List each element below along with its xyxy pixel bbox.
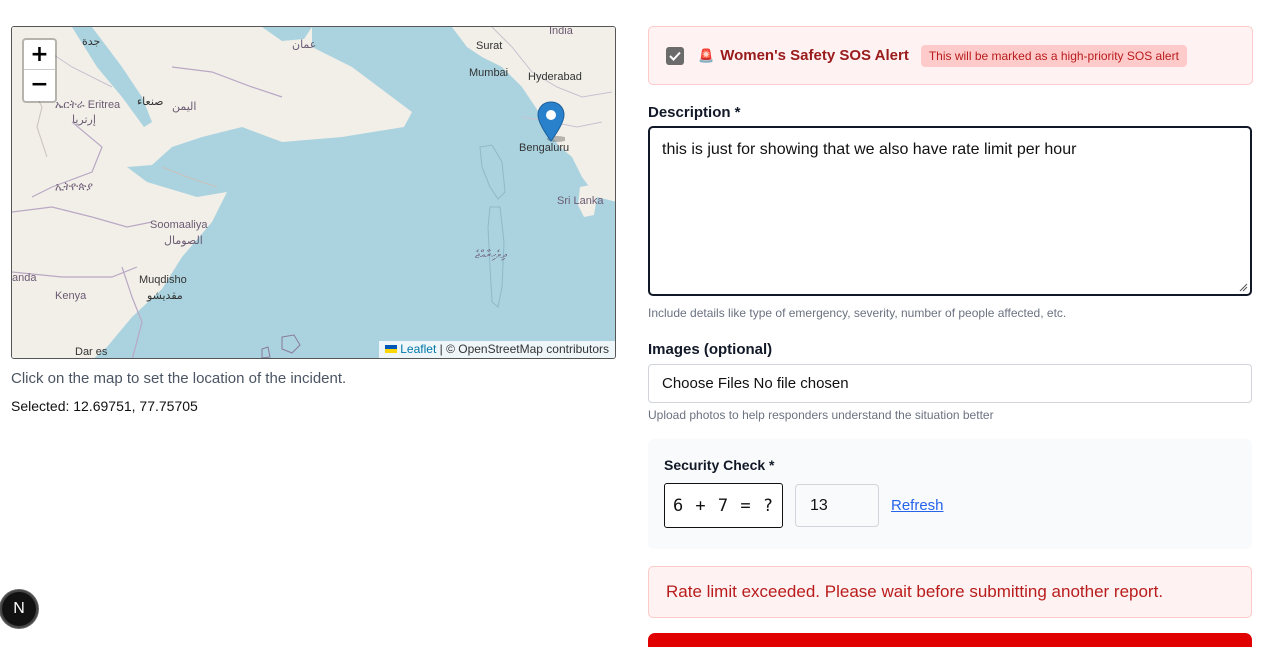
map-label-dar-es-salaam: Dar es: [75, 346, 108, 358]
map-label-sanaa: صنعاء: [137, 96, 164, 108]
attribution-text: | © OpenStreetMap contributors: [436, 342, 609, 356]
rate-limit-error: Rate limit exceeded. Please wait before …: [648, 566, 1252, 618]
map-label-india: India: [549, 26, 573, 37]
map-label-mogadishu-ar: مقديشو: [147, 290, 183, 302]
file-status: No file chosen: [753, 375, 849, 392]
ukraine-flag-icon: [385, 345, 398, 353]
map-label-oman: عمان: [292, 39, 317, 51]
images-label: Images (optional): [648, 341, 773, 358]
map-column: جدة عمان India Surat Mumbai Hyderabad Be…: [11, 26, 616, 414]
zoom-control: + −: [22, 38, 57, 103]
choose-files-button[interactable]: Choose Files: [662, 375, 750, 392]
map-label-maldives: ދިވެހިރާއްޖެ: [475, 249, 507, 261]
map-label-jeddah: جدة: [82, 36, 101, 48]
map-label-sri-lanka: Sri Lanka: [557, 195, 604, 207]
zoom-out-button[interactable]: −: [24, 70, 55, 100]
siren-icon: 🚨: [698, 47, 715, 63]
nextjs-badge[interactable]: N: [0, 590, 38, 628]
captcha-answer-input[interactable]: 13: [795, 484, 879, 527]
submit-button[interactable]: [648, 633, 1252, 647]
leaflet-link[interactable]: Leaflet: [400, 342, 436, 356]
map-label-hyderabad: Hyderabad: [528, 71, 582, 83]
captcha-refresh-link[interactable]: Refresh: [891, 497, 944, 514]
map-label-somalia: Soomaaliya: [150, 219, 208, 231]
map-label-ethiopia: ኢትዮጵያ: [55, 181, 93, 193]
map-label-mogadishu: Muqdisho: [139, 274, 187, 286]
map-attribution: Leaflet | © OpenStreetMap contributors: [379, 341, 615, 358]
map-label-somalia-ar: الصومال: [164, 235, 203, 247]
report-form: 🚨 Women's Safety SOS Alert This will be …: [648, 26, 1253, 647]
incident-map[interactable]: جدة عمان India Surat Mumbai Hyderabad Be…: [11, 26, 616, 359]
description-value: this is just for showing that we also ha…: [662, 141, 1077, 158]
map-label-eritrea: ኤርትራ Eritrea: [55, 99, 121, 111]
checkmark-icon: [669, 51, 681, 61]
sos-checkbox[interactable]: [666, 46, 684, 65]
images-file-input[interactable]: Choose Files No file chosen: [648, 364, 1252, 403]
security-check-label: Security Check *: [664, 457, 775, 473]
zoom-in-button[interactable]: +: [24, 40, 55, 70]
description-hint: Include details like type of emergency, …: [648, 306, 1067, 320]
description-textarea[interactable]: this is just for showing that we also ha…: [648, 126, 1252, 296]
location-pin-icon[interactable]: [537, 101, 567, 148]
map-label-surat: Surat: [476, 40, 503, 52]
map-label-mumbai: Mumbai: [469, 67, 509, 79]
description-label: Description *: [648, 104, 741, 121]
map-help-text: Click on the map to set the location of …: [11, 370, 347, 387]
sos-priority-badge: This will be marked as a high-priority S…: [920, 44, 1187, 67]
sos-title: Women's Safety SOS Alert: [720, 47, 909, 64]
map-label-eritrea-ar: إرتريا: [72, 114, 96, 126]
selected-coordinates: Selected: 12.69751, 77.75705: [11, 398, 198, 414]
map-tiles[interactable]: [12, 27, 616, 359]
images-hint: Upload photos to help responders underst…: [648, 408, 994, 422]
captcha-question: 6 + 7 = ?: [664, 483, 783, 528]
sos-alert-box: 🚨 Women's Safety SOS Alert This will be …: [648, 26, 1253, 85]
map-label-yemen: اليمن: [172, 101, 197, 113]
resize-grip-icon[interactable]: [1238, 282, 1248, 292]
map-label-uganda: anda: [12, 272, 37, 284]
map-label-kenya: Kenya: [55, 290, 87, 302]
security-check: Security Check * 6 + 7 = ? 13 Refresh: [648, 439, 1252, 549]
